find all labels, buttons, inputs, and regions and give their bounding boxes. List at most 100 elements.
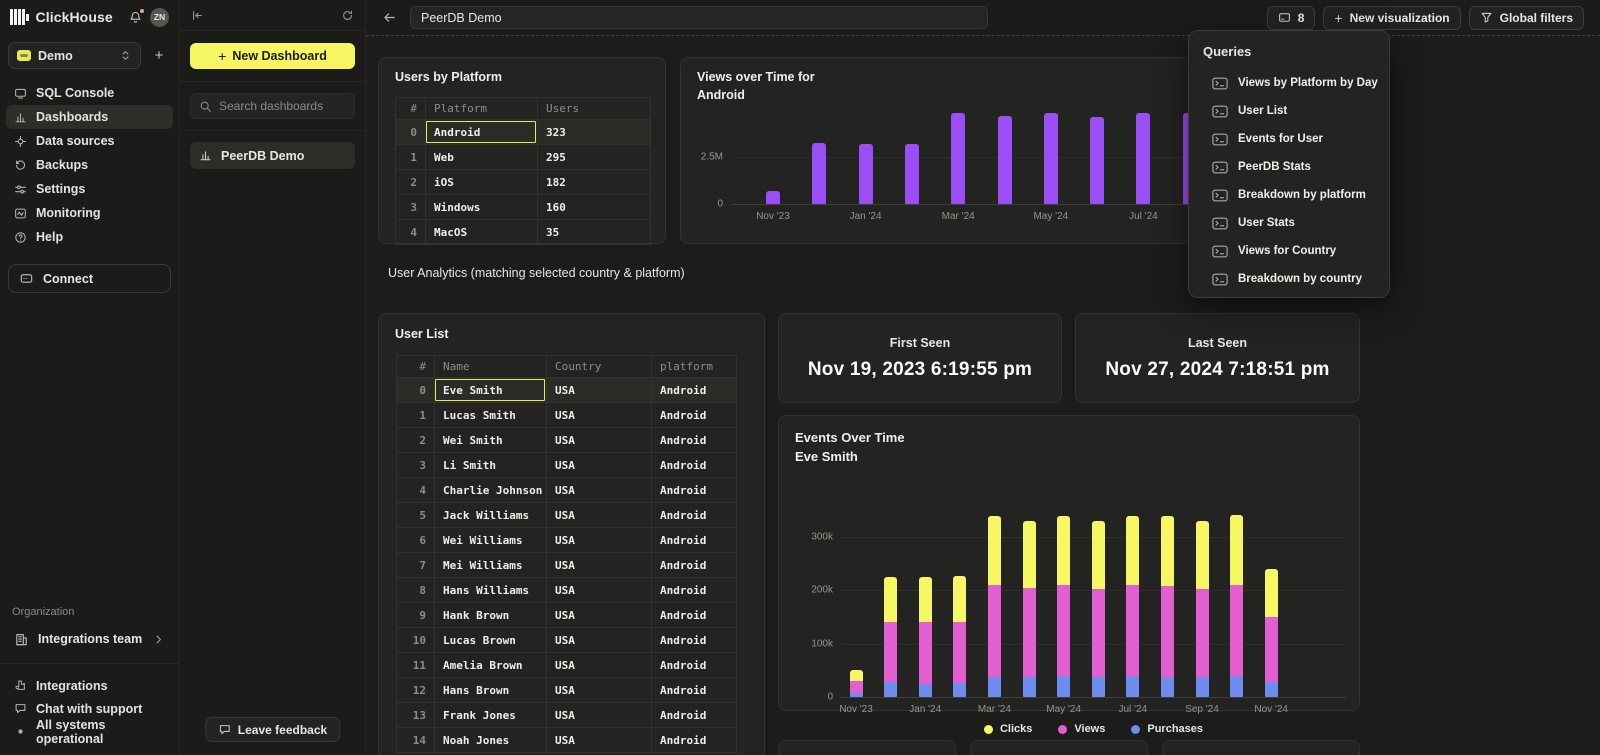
table-cell[interactable]: USA xyxy=(546,728,651,752)
table-row[interactable]: 14Noah JonesUSAAndroid xyxy=(396,728,737,753)
table-cell[interactable]: 12 xyxy=(396,678,434,702)
table-cell[interactable]: 6 xyxy=(396,528,434,552)
table-cell[interactable]: Android xyxy=(651,553,737,577)
chart-bar[interactable] xyxy=(1136,113,1150,204)
table-cell[interactable]: 323 xyxy=(537,120,651,144)
query-item-peerdb-stats[interactable]: PeerDB Stats xyxy=(1203,153,1375,181)
table-cell[interactable]: Android xyxy=(651,578,737,602)
table-cell[interactable]: Android xyxy=(651,678,737,702)
sidebar-item-monitoring[interactable]: Monitoring xyxy=(6,201,173,225)
stacked-chart-bar[interactable] xyxy=(988,516,1001,697)
stacked-chart-bar[interactable] xyxy=(1126,516,1139,697)
table-cell[interactable]: Frank Jones xyxy=(434,703,546,727)
table-cell[interactable]: USA xyxy=(546,678,651,702)
table-cell[interactable]: 3 xyxy=(396,453,434,477)
query-item-breakdown-by-platform[interactable]: Breakdown by platform xyxy=(1203,181,1375,209)
table-cell[interactable]: USA xyxy=(546,653,651,677)
table-cell[interactable]: 4 xyxy=(395,220,425,244)
new-visualization-button[interactable]: + New visualization xyxy=(1323,6,1460,30)
table-cell[interactable]: Eve Smith xyxy=(434,378,546,402)
new-dashboard-button[interactable]: + New Dashboard xyxy=(190,43,355,69)
table-cell[interactable]: USA xyxy=(546,503,651,527)
table-row[interactable]: 11Amelia BrownUSAAndroid xyxy=(396,653,737,678)
table-row[interactable]: 13Frank JonesUSAAndroid xyxy=(396,703,737,728)
table-cell[interactable]: 9 xyxy=(396,603,434,627)
query-item-breakdown-by-country[interactable]: Breakdown by country xyxy=(1203,265,1375,293)
stacked-chart-bar[interactable] xyxy=(953,576,966,697)
chart-bar[interactable] xyxy=(998,116,1012,204)
table-cell[interactable]: USA xyxy=(546,603,651,627)
table-cell[interactable]: 160 xyxy=(537,195,651,219)
query-item-user-list[interactable]: User List xyxy=(1203,97,1375,125)
table-row[interactable]: 1Web295 xyxy=(395,145,651,170)
stacked-chart-bar[interactable] xyxy=(1023,521,1036,697)
table-cell[interactable]: 4 xyxy=(396,478,434,502)
dashboard-item-peerdb-demo[interactable]: PeerDB Demo xyxy=(190,142,355,169)
chart-bar[interactable] xyxy=(766,191,780,204)
sidebar-item-help[interactable]: Help xyxy=(6,225,173,249)
stacked-chart-bar[interactable] xyxy=(1265,569,1278,697)
query-item-user-stats[interactable]: User Stats xyxy=(1203,209,1375,237)
table-cell[interactable]: Web xyxy=(425,145,537,169)
table-row[interactable]: 0Android323 xyxy=(395,120,651,145)
stacked-chart-bar[interactable] xyxy=(1057,516,1070,697)
table-cell[interactable]: USA xyxy=(546,628,651,652)
sidebar-item-data-sources[interactable]: Data sources xyxy=(6,129,173,153)
query-item-views-by-platform-by-day[interactable]: Views by Platform by Day xyxy=(1203,69,1375,97)
chart-bar[interactable] xyxy=(1090,117,1104,204)
chart-bar[interactable] xyxy=(951,113,965,204)
table-cell[interactable]: USA xyxy=(546,428,651,452)
table-cell[interactable]: USA xyxy=(546,453,651,477)
notifications-bell-icon[interactable] xyxy=(128,10,143,25)
table-cell[interactable]: Android xyxy=(651,453,737,477)
table-cell[interactable]: 11 xyxy=(396,653,434,677)
sidebar-item-sql-console[interactable]: SQL Console xyxy=(6,81,173,105)
sidebar-item-dashboards[interactable]: Dashboards xyxy=(6,105,173,129)
table-cell[interactable]: 1 xyxy=(396,403,434,427)
connect-button[interactable]: Connect xyxy=(8,264,171,293)
table-row[interactable]: 5Jack WilliamsUSAAndroid xyxy=(396,503,737,528)
table-row[interactable]: 4MacOS35 xyxy=(395,220,651,245)
table-cell[interactable]: USA xyxy=(546,378,651,402)
table-cell[interactable]: Android xyxy=(651,603,737,627)
table-row[interactable]: 10Lucas BrownUSAAndroid xyxy=(396,628,737,653)
table-row[interactable]: 7Mei WilliamsUSAAndroid xyxy=(396,553,737,578)
global-filters-button[interactable]: Global filters xyxy=(1469,6,1584,30)
table-cell[interactable]: Android xyxy=(651,628,737,652)
table-cell[interactable]: Charlie Johnson xyxy=(434,478,546,502)
table-row[interactable]: 9Hank BrownUSAAndroid xyxy=(396,603,737,628)
table-cell[interactable]: 14 xyxy=(396,728,434,752)
stacked-chart-bar[interactable] xyxy=(1196,521,1209,697)
table-cell[interactable]: 0 xyxy=(395,120,425,144)
table-cell[interactable]: Android xyxy=(651,478,737,502)
chart-bar[interactable] xyxy=(859,144,873,204)
table-cell[interactable]: MacOS xyxy=(425,220,537,244)
stacked-chart-bar[interactable] xyxy=(1161,516,1174,697)
stacked-chart-bar[interactable] xyxy=(850,670,863,697)
table-cell[interactable]: 3 xyxy=(395,195,425,219)
table-cell[interactable]: Android xyxy=(651,378,737,402)
table-cell[interactable]: USA xyxy=(546,528,651,552)
service-selector[interactable]: Demo xyxy=(8,42,141,69)
table-cell[interactable]: Android xyxy=(651,653,737,677)
search-dashboards-input[interactable] xyxy=(219,99,346,113)
table-cell[interactable]: Hans Brown xyxy=(434,678,546,702)
table-cell[interactable]: Li Smith xyxy=(434,453,546,477)
chart-bar[interactable] xyxy=(905,144,919,204)
table-cell[interactable]: 1 xyxy=(395,145,425,169)
chart-bar[interactable] xyxy=(812,143,826,204)
table-row[interactable]: 3Li SmithUSAAndroid xyxy=(396,453,737,478)
table-row[interactable]: 0Eve SmithUSAAndroid xyxy=(396,378,737,403)
collapse-panel-icon[interactable] xyxy=(191,9,204,22)
query-item-views-for-country[interactable]: Views for Country xyxy=(1203,237,1375,265)
visualizations-count-button[interactable]: 8 xyxy=(1267,6,1316,30)
table-cell[interactable]: 8 xyxy=(396,578,434,602)
table-cell[interactable]: Android xyxy=(651,403,737,427)
table-cell[interactable]: 5 xyxy=(396,503,434,527)
table-cell[interactable]: Android xyxy=(651,428,737,452)
add-service-button[interactable]: + xyxy=(147,44,171,68)
stacked-chart-bar[interactable] xyxy=(1230,515,1243,697)
table-cell[interactable]: USA xyxy=(546,553,651,577)
sidebar-item-all-systems-operational[interactable]: All systems operational xyxy=(6,720,173,743)
table-cell[interactable]: 2 xyxy=(395,170,425,194)
